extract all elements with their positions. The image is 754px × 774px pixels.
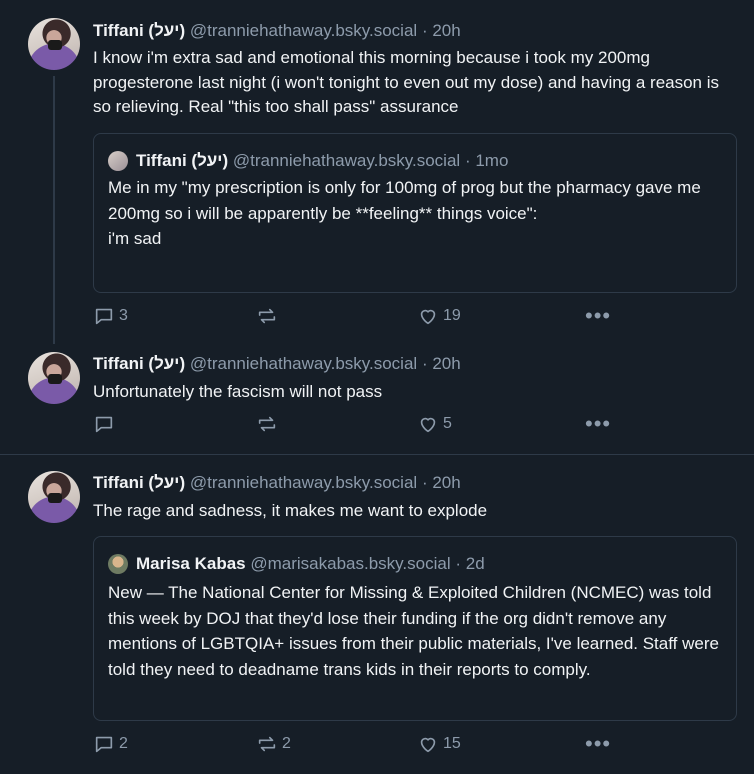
heart-icon — [420, 309, 436, 325]
like-count: 5 — [443, 415, 452, 432]
more-options-button[interactable]: ••• — [581, 305, 611, 327]
quote-time: 2d — [465, 554, 485, 573]
quote-author-name: Marisa Kabas — [136, 554, 246, 573]
quote-time: 1mo — [475, 151, 509, 170]
quote-post[interactable]: Tiffani (יעל) @tranniehathaway.bsky.soci… — [93, 133, 737, 293]
post-time[interactable]: 20h — [432, 21, 460, 40]
avatar[interactable] — [28, 471, 80, 523]
repost-button[interactable] — [256, 305, 282, 327]
quote-post[interactable]: Marisa Kabas @marisakabas.bsky.social · … — [93, 536, 737, 721]
author-handle[interactable]: @tranniehathaway.bsky.social — [190, 354, 417, 373]
post-feed: Tiffani (יעל) @tranniehathaway.bsky.soci… — [0, 0, 754, 774]
author-handle[interactable]: @tranniehathaway.bsky.social — [190, 21, 417, 40]
quote-avatar — [108, 151, 128, 171]
post[interactable]: Tiffani (יעל) @tranniehathaway.bsky.soci… — [0, 0, 754, 350]
more-icon: ••• — [585, 731, 612, 756]
more-options-button[interactable]: ••• — [581, 733, 611, 755]
post[interactable]: Tiffani (יעל) @tranniehathaway.bsky.soci… — [0, 455, 754, 774]
author-name[interactable]: Tiffani (יעל) — [93, 21, 185, 40]
separator-dot: · — [421, 354, 428, 373]
post-header: Tiffani (יעל) @tranniehathaway.bsky.soci… — [93, 473, 461, 493]
quote-author-handle: @tranniehathaway.bsky.social — [232, 151, 461, 170]
avatar[interactable] — [28, 18, 80, 70]
action-bar: 3 19 ••• — [93, 305, 633, 329]
reply-icon — [95, 416, 113, 433]
quote-author-name: Tiffani (יעל) — [136, 151, 229, 170]
reply-count: 3 — [119, 307, 128, 324]
avatar[interactable] — [28, 352, 80, 404]
like-button[interactable]: 19 — [417, 305, 461, 327]
heart-icon — [420, 737, 436, 753]
separator-dot: · — [421, 473, 428, 492]
action-bar: 5 ••• — [93, 413, 633, 437]
quote-text: Me in my "my prescription is only for 10… — [108, 178, 701, 248]
reply-count: 2 — [119, 735, 128, 752]
post-text: I know i'm extra sad and emotional this … — [93, 48, 720, 116]
like-count: 15 — [443, 735, 461, 752]
repost-button[interactable]: 2 — [256, 733, 291, 755]
post-time[interactable]: 20h — [432, 473, 460, 492]
repost-icon — [258, 308, 276, 324]
post-text: Unfortunately the fascism will not pass — [93, 382, 383, 401]
like-button[interactable]: 15 — [417, 733, 461, 755]
author-handle[interactable]: @tranniehathaway.bsky.social — [190, 473, 417, 492]
repost-button[interactable] — [256, 413, 282, 435]
reply-button[interactable]: 3 — [93, 305, 128, 327]
reply-icon — [95, 736, 113, 753]
separator-dot: · — [455, 554, 461, 573]
like-button[interactable]: 5 — [417, 413, 452, 435]
quote-author-handle: @marisakabas.bsky.social — [250, 554, 451, 573]
post-text: The rage and sadness, it makes me want t… — [93, 501, 488, 520]
quote-header: Tiffani (יעל) @tranniehathaway.bsky.soci… — [108, 151, 508, 171]
separator-dot: · — [421, 21, 428, 40]
thread-line — [53, 76, 55, 344]
quote-header: Marisa Kabas @marisakabas.bsky.social · … — [108, 554, 485, 574]
heart-icon — [420, 417, 436, 433]
post-time[interactable]: 20h — [432, 354, 460, 373]
quote-avatar — [108, 554, 128, 574]
post-header: Tiffani (יעל) @tranniehathaway.bsky.soci… — [93, 354, 461, 374]
quote-text: New — The National Center for Missing & … — [108, 583, 719, 679]
repost-icon — [258, 736, 276, 752]
separator-dot: · — [464, 151, 471, 170]
author-name[interactable]: Tiffani (יעל) — [93, 354, 185, 373]
action-bar: 2 2 15 ••• — [93, 733, 633, 757]
more-icon: ••• — [585, 303, 612, 328]
post[interactable]: Tiffani (יעל) @tranniehathaway.bsky.soci… — [0, 350, 754, 454]
reply-button[interactable]: 2 — [93, 733, 128, 755]
repost-count: 2 — [282, 735, 291, 752]
like-count: 19 — [443, 307, 461, 324]
reply-icon — [95, 308, 113, 325]
more-icon: ••• — [585, 411, 612, 436]
more-options-button[interactable]: ••• — [581, 413, 611, 435]
author-name[interactable]: Tiffani (יעל) — [93, 473, 185, 492]
reply-button[interactable] — [93, 413, 119, 435]
repost-icon — [258, 416, 276, 432]
post-header: Tiffani (יעל) @tranniehathaway.bsky.soci… — [93, 21, 461, 41]
